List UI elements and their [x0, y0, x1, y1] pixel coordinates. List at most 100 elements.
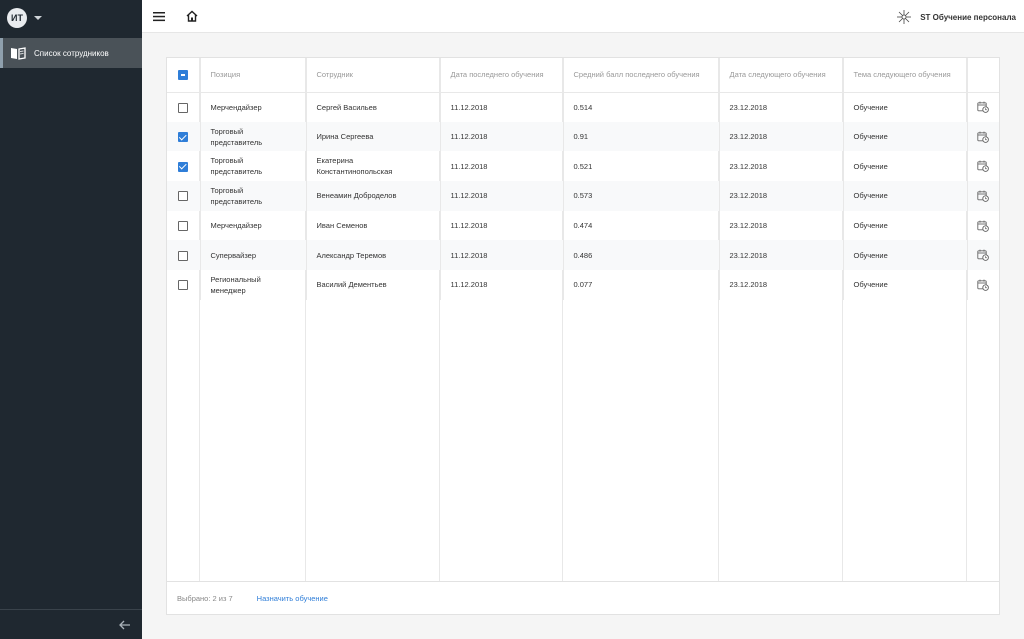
row-next-date: 23.12.2018 — [719, 151, 844, 182]
row-topic: Обучение — [843, 151, 968, 182]
select-all-cell — [167, 58, 201, 93]
app-title: ST Обучение персонала — [920, 12, 1016, 22]
column-header-next-date[interactable]: Дата следующего обучения — [719, 58, 844, 93]
row-actions — [967, 240, 999, 271]
avatar[interactable]: ИТ — [7, 8, 27, 28]
column-header-last-date[interactable]: Дата последнего обучения — [440, 58, 564, 93]
row-employee: Екатерина Константинопольская — [306, 151, 441, 182]
row-select-cell — [167, 151, 201, 182]
row-topic: Обучение — [843, 270, 968, 300]
row-checkbox[interactable] — [178, 132, 189, 143]
row-last-date: 11.12.2018 — [440, 240, 564, 271]
row-score: 0.486 — [563, 240, 720, 271]
row-select-cell — [167, 121, 201, 152]
row-last-date: 11.12.2018 — [440, 270, 564, 300]
row-checkbox[interactable] — [178, 280, 189, 291]
row-position: Региональный менеджер — [200, 270, 307, 300]
row-next-date: 23.12.2018 — [719, 240, 844, 271]
row-employee: Сергей Васильев — [306, 92, 441, 122]
row-select-cell — [167, 92, 201, 122]
row-position: Супервайзер — [200, 240, 307, 271]
brand: ST Обучение персонала — [896, 9, 1016, 25]
row-employee: Василий Дементьев — [306, 270, 441, 300]
table-row[interactable]: Мерчендайзер Иван Семенов 11.12.2018 0.474 2… — [167, 210, 999, 241]
assign-training-link[interactable]: Назначить обучение — [257, 594, 328, 603]
sidebar-item-label: Список сотрудников — [34, 48, 109, 58]
column-header-actions — [967, 58, 999, 93]
row-checkbox[interactable] — [178, 250, 189, 261]
selection-count: Выбрано: 2 из 7 — [177, 593, 233, 603]
user-menu[interactable]: ИТ — [0, 0, 142, 36]
book-icon — [11, 47, 26, 60]
calendar-clock-icon[interactable] — [977, 160, 990, 173]
row-score: 0.077 — [563, 270, 720, 300]
row-next-date: 23.12.2018 — [719, 121, 844, 152]
calendar-clock-icon[interactable] — [977, 131, 990, 143]
row-score: 0.91 — [563, 121, 720, 152]
row-select-cell — [167, 210, 201, 241]
sidebar-footer — [0, 609, 142, 639]
row-topic: Обучение — [843, 240, 968, 271]
employees-card: Позиция Сотрудник Дата последнего обучен… — [166, 57, 1000, 615]
row-topic: Обучение — [843, 181, 968, 211]
row-position: Торговый представитель — [200, 121, 307, 152]
row-score: 0.514 — [563, 92, 720, 122]
table-footer: Выбрано: 2 из 7 Назначить обучение — [167, 581, 999, 614]
calendar-clock-icon[interactable] — [977, 249, 990, 262]
chevron-down-icon[interactable] — [34, 16, 42, 20]
row-topic: Обучение — [843, 121, 968, 152]
column-header-position[interactable]: Позиция — [200, 58, 307, 93]
select-all-checkbox[interactable] — [178, 70, 189, 81]
sidebar: ИТ Список сотрудников — [0, 0, 142, 639]
table-header-row: Позиция Сотрудник Дата последнего обучен… — [167, 58, 999, 93]
row-last-date: 11.12.2018 — [440, 181, 564, 211]
row-select-cell — [167, 181, 201, 211]
row-position: Торговый представитель — [200, 181, 307, 211]
row-actions — [967, 92, 999, 122]
row-employee: Александр Теремов — [306, 240, 441, 271]
calendar-clock-icon[interactable] — [977, 220, 990, 232]
row-select-cell — [167, 240, 201, 271]
home-icon[interactable] — [185, 9, 199, 23]
row-position: Мерчендайзер — [200, 210, 307, 241]
row-actions — [967, 181, 999, 211]
row-checkbox[interactable] — [178, 191, 189, 202]
row-last-date: 11.12.2018 — [440, 210, 564, 241]
column-header-topic[interactable]: Тема следующего обучения — [843, 58, 968, 93]
table-row[interactable]: Супервайзер Александр Теремов 11.12.2018 0.… — [167, 240, 999, 271]
row-topic: Обучение — [843, 210, 968, 241]
arrow-left-icon[interactable] — [118, 618, 132, 632]
sidebar-item-employees[interactable]: Список сотрудников — [0, 38, 142, 68]
row-position: Мерчендайзер — [200, 92, 307, 122]
column-header-score[interactable]: Средний балл последнего обучения — [563, 58, 720, 93]
table-row[interactable]: Торговый представитель Ирина Сергеева 11.1… — [167, 121, 999, 152]
table-row[interactable]: Торговый представитель Венеамин Добродело… — [167, 181, 999, 211]
table-row[interactable]: Региональный менеджер Василий Дементьев 11… — [167, 270, 999, 300]
row-next-date: 23.12.2018 — [719, 181, 844, 211]
hamburger-menu-icon[interactable] — [153, 11, 165, 22]
logo-icon — [897, 10, 912, 24]
row-checkbox[interactable] — [178, 161, 189, 172]
row-score: 0.474 — [563, 210, 720, 241]
calendar-clock-icon[interactable] — [977, 190, 990, 202]
column-header-employee[interactable]: Сотрудник — [306, 58, 441, 93]
row-position: Торговый представитель — [200, 151, 307, 182]
table-row[interactable]: Торговый представитель Екатерина Констант… — [167, 151, 999, 182]
row-employee: Ирина Сергеева — [306, 121, 441, 152]
row-employee: Иван Семенов — [306, 210, 441, 241]
row-employee: Венеамин Доброделов — [306, 181, 441, 211]
table-row[interactable]: Мерчендайзер Сергей Васильев 11.12.2018 0.5… — [167, 92, 999, 122]
row-next-date: 23.12.2018 — [719, 270, 844, 300]
row-checkbox[interactable] — [178, 221, 189, 232]
row-topic: Обучение — [843, 92, 968, 122]
employees-table: Позиция Сотрудник Дата последнего обучен… — [167, 58, 999, 300]
calendar-clock-icon[interactable] — [977, 279, 990, 291]
row-actions — [967, 151, 999, 181]
row-score: 0.573 — [563, 181, 720, 211]
calendar-clock-icon[interactable] — [977, 101, 990, 113]
row-last-date: 11.12.2018 — [440, 92, 564, 122]
row-actions — [967, 121, 999, 152]
row-actions — [967, 211, 999, 241]
row-checkbox[interactable] — [178, 102, 189, 113]
row-next-date: 23.12.2018 — [719, 92, 844, 122]
